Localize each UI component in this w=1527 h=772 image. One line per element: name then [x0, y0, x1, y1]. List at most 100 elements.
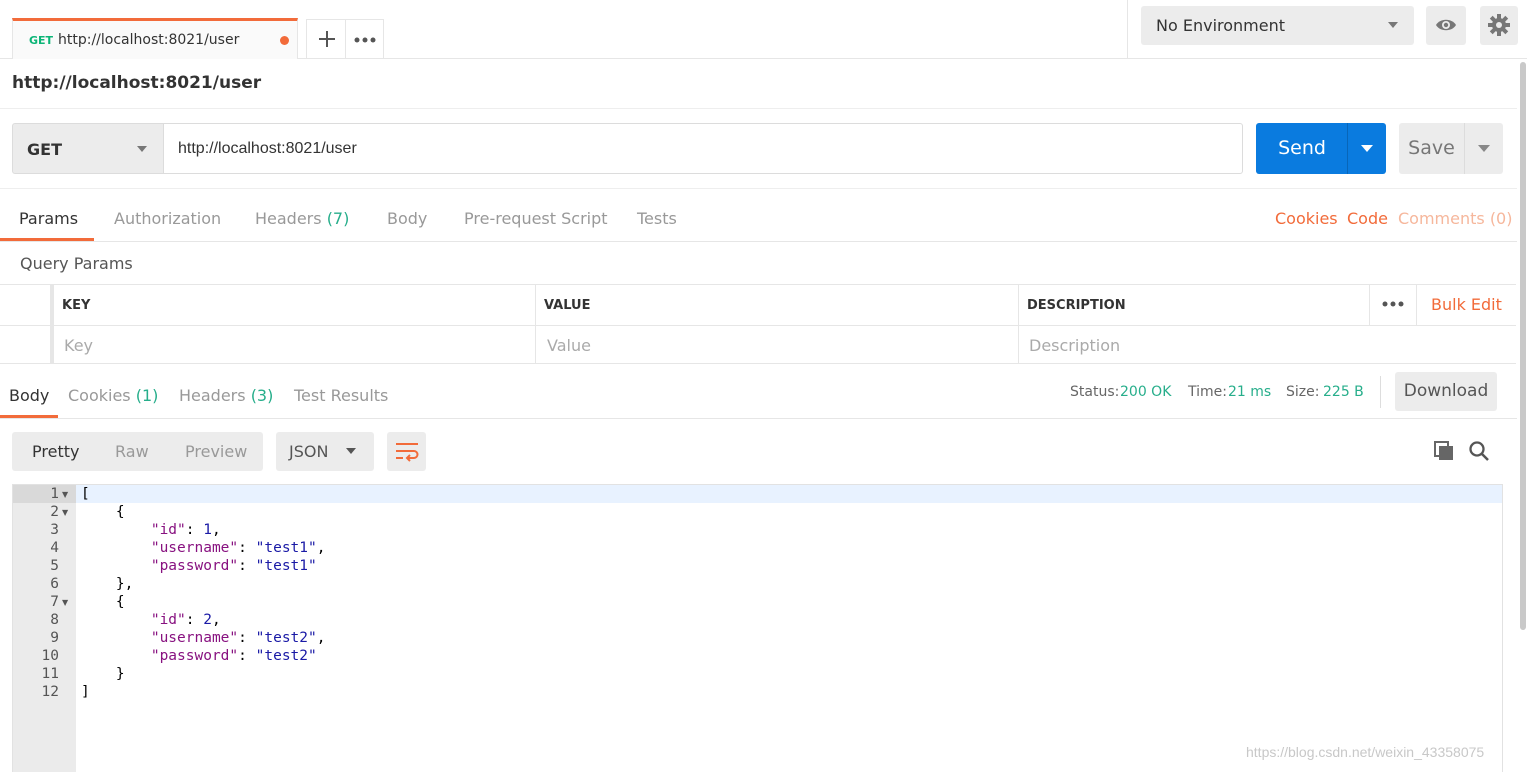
code-line: "id": 2,	[81, 612, 221, 628]
description-input[interactable]: Description	[1029, 336, 1120, 355]
response-tab-cookies-count: (1)	[135, 386, 159, 405]
request-tab[interactable]: GET http://localhost:8021/user	[12, 18, 298, 59]
format-select[interactable]: JSON	[276, 432, 374, 471]
key-input[interactable]: Key	[64, 336, 93, 355]
fold-toggle-icon[interactable]: ▼	[62, 508, 68, 517]
save-options-button[interactable]	[1464, 123, 1503, 174]
preview-button[interactable]: Preview	[185, 442, 247, 461]
json-separator: :	[185, 612, 204, 628]
tab-pre-request-script[interactable]: Pre-request Script	[464, 209, 608, 228]
line-number: 5	[50, 558, 59, 574]
json-separator: :	[238, 648, 256, 664]
json-value: "test2"	[255, 648, 317, 664]
code-line: {	[81, 504, 125, 520]
line-number: 1	[50, 486, 59, 502]
status-label: Status:	[1070, 384, 1120, 400]
line-number: 6	[50, 576, 59, 592]
json-key: "username"	[150, 540, 239, 556]
json-value: "test2"	[255, 630, 317, 646]
new-tab-button[interactable]	[306, 19, 346, 59]
json-punctuation: ,	[211, 612, 221, 628]
tab-params[interactable]: Params	[19, 209, 78, 228]
response-tab-test-results[interactable]: Test Results	[294, 386, 388, 405]
response-tab-cookies[interactable]: Cookies (1)	[68, 386, 158, 405]
fold-toggle-icon[interactable]: ▼	[62, 490, 68, 499]
tab-body[interactable]: Body	[387, 209, 427, 228]
response-tab-headers-count: (3)	[250, 386, 274, 405]
json-punctuation: ,	[211, 522, 221, 538]
line-number: 10	[41, 648, 59, 664]
line-number: 8	[50, 612, 59, 628]
json-key: "password"	[150, 558, 239, 574]
code-line: "id": 1,	[81, 522, 221, 538]
cookies-link[interactable]: Cookies	[1275, 209, 1338, 228]
fold-toggle-icon[interactable]: ▼	[62, 598, 68, 607]
wrap-lines-icon	[396, 443, 419, 462]
tab-headers[interactable]: Headers (7)	[255, 209, 349, 228]
tab-headers-label: Headers	[255, 209, 322, 228]
response-tab-body[interactable]: Body	[9, 386, 49, 405]
send-button[interactable]: Send	[1256, 123, 1348, 174]
more-horizontal-icon[interactable]	[1382, 291, 1404, 312]
line-number: 2	[50, 504, 59, 520]
json-key: "id"	[150, 612, 186, 628]
size-value[interactable]: 225 B	[1323, 384, 1364, 400]
response-body-editor[interactable]: 1 ▼[2 ▼ {3 "id": 1, 4 "username": "test1", 5…	[12, 484, 1503, 772]
wrap-lines-button[interactable]	[387, 432, 426, 471]
tab-authorization[interactable]: Authorization	[114, 209, 221, 228]
code-line: "password": "test1"	[81, 558, 317, 574]
plus-icon	[318, 31, 335, 47]
row-divider	[0, 325, 1516, 326]
postman-window: GET http://localhost:8021/user No Enviro…	[0, 0, 1527, 772]
environment-label: No Environment	[1156, 16, 1286, 35]
method-label: GET	[27, 140, 62, 159]
watermark: https://blog.csdn.net/weixin_43358075	[1246, 744, 1485, 760]
json-value: "test1"	[255, 540, 317, 556]
line-number: 11	[41, 666, 59, 682]
tab-options-button[interactable]	[345, 19, 384, 59]
response-tab-headers[interactable]: Headers (3)	[179, 386, 273, 405]
divider	[1380, 376, 1381, 408]
download-button[interactable]: Download	[1395, 372, 1497, 411]
status-value[interactable]: 200 OK	[1120, 384, 1171, 400]
send-options-button[interactable]	[1347, 123, 1386, 174]
tab-tests[interactable]: Tests	[637, 209, 677, 228]
copy-button[interactable]	[1433, 440, 1457, 464]
chevron-down-icon	[137, 146, 147, 152]
search-button[interactable]	[1468, 440, 1492, 464]
raw-button[interactable]: Raw	[115, 442, 149, 461]
save-button[interactable]: Save	[1399, 123, 1464, 174]
url-input[interactable]	[163, 123, 1243, 174]
scrollbar[interactable]	[1520, 62, 1526, 630]
json-separator: :	[185, 522, 204, 538]
line-number: 9	[50, 630, 59, 646]
chevron-down-icon	[1361, 145, 1373, 152]
environment-select[interactable]: No Environment	[1141, 6, 1414, 45]
column-header-description: DESCRIPTION	[1027, 298, 1126, 313]
size-label: Size:	[1286, 384, 1320, 400]
copy-icon	[1434, 441, 1453, 460]
query-params-title: Query Params	[20, 254, 133, 273]
pretty-button[interactable]: Pretty	[32, 442, 79, 461]
json-value: 1	[203, 522, 212, 538]
tab-headers-count: (7)	[326, 209, 350, 228]
bulk-edit-link[interactable]: Bulk Edit	[1431, 295, 1502, 314]
column-header-key: KEY	[62, 298, 91, 313]
divider	[0, 241, 1517, 242]
environment-quick-look-button[interactable]	[1426, 6, 1466, 45]
code-link[interactable]: Code	[1347, 209, 1388, 228]
tab-method-label: GET	[29, 34, 54, 47]
comments-link[interactable]: Comments (0)	[1398, 209, 1512, 228]
manage-environments-button[interactable]	[1480, 6, 1518, 45]
time-value[interactable]: 21 ms	[1228, 384, 1271, 400]
chevron-down-icon	[346, 448, 356, 454]
value-input[interactable]: Value	[547, 336, 591, 355]
code-line: [	[81, 486, 90, 502]
json-value: "test1"	[255, 558, 317, 574]
request-name[interactable]: http://localhost:8021/user	[12, 73, 261, 93]
json-separator: :	[238, 558, 256, 574]
method-select[interactable]: GET	[12, 123, 164, 174]
view-mode-group: Pretty Raw Preview	[12, 432, 263, 471]
